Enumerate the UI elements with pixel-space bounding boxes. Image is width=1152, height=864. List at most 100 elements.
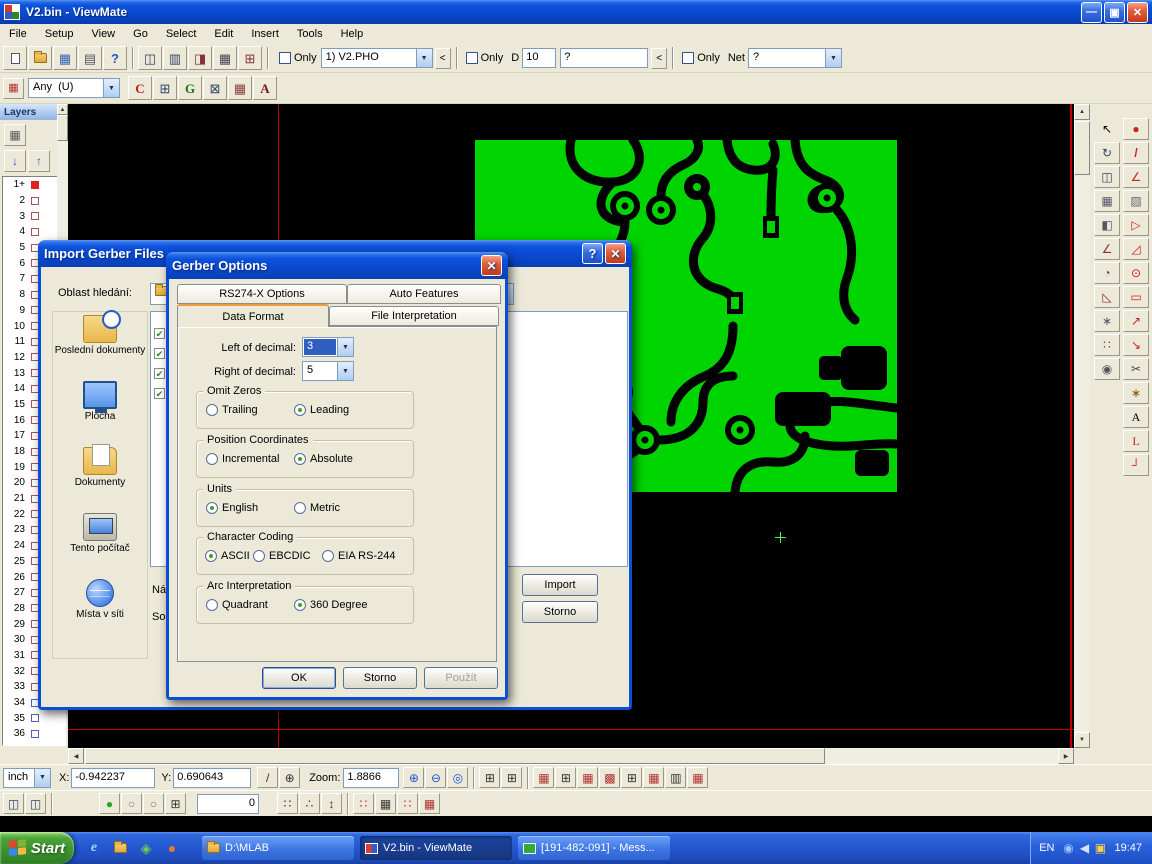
- dialog-close-button[interactable]: ✕: [481, 255, 502, 276]
- dcode-table-button[interactable]: ⊞: [479, 767, 500, 788]
- obround-draw-button[interactable]: ▭: [1123, 286, 1149, 308]
- angle-draw-button[interactable]: ∠: [1123, 166, 1149, 188]
- start-button[interactable]: Start: [0, 832, 74, 864]
- polygon-draw-button[interactable]: ▷: [1123, 214, 1149, 236]
- task-button-2[interactable]: [191-482-091] - Mess...: [518, 836, 670, 860]
- dot-grid-button[interactable]: ∷: [277, 793, 298, 814]
- snap-button[interactable]: ∗: [1094, 310, 1120, 332]
- char-a-button[interactable]: A: [253, 76, 277, 100]
- scroll-up-icon[interactable]: ▲: [57, 104, 68, 115]
- volume-tray-button[interactable]: ◀: [1076, 840, 1092, 856]
- star-button[interactable]: ∗: [1123, 382, 1149, 404]
- radio-leading[interactable]: Leading: [294, 404, 349, 416]
- new-file-button[interactable]: [3, 46, 27, 70]
- any-combo[interactable]: Any (U) ▼: [28, 78, 120, 98]
- cancel-button[interactable]: Storno: [343, 667, 417, 689]
- layer-color-swatch[interactable]: [31, 212, 39, 220]
- file-checkbox[interactable]: ✔: [154, 348, 165, 359]
- snap-arrows-button[interactable]: ↕: [321, 793, 342, 814]
- layer-color-swatch[interactable]: [31, 714, 39, 722]
- triangle-button[interactable]: ◺: [1094, 286, 1120, 308]
- save-button[interactable]: ▦: [53, 46, 77, 70]
- pad-style-5-button[interactable]: ⊞: [621, 767, 642, 788]
- radio-360-degree[interactable]: 360 Degree: [294, 599, 368, 611]
- red-grid-2-button[interactable]: ▦: [375, 793, 396, 814]
- import-cancel-button[interactable]: Storno: [522, 601, 598, 623]
- green-app-button[interactable]: ◈: [136, 838, 156, 858]
- rotate-button[interactable]: ∠: [1094, 238, 1120, 260]
- dialog-close-button[interactable]: ✕: [605, 243, 626, 264]
- restore-button[interactable]: ▣: [1104, 2, 1125, 23]
- tab-file-interpretation[interactable]: File Interpretation: [329, 306, 499, 326]
- layer-row-2[interactable]: 2: [3, 193, 65, 209]
- layer-down-button[interactable]: ↓: [4, 150, 26, 172]
- move-button[interactable]: ↗: [1123, 310, 1149, 332]
- net-combo[interactable]: ? ▼: [748, 48, 842, 68]
- text-tool-button[interactable]: A: [1123, 406, 1149, 428]
- dropdown-arrow-icon[interactable]: ▼: [416, 49, 432, 67]
- layer-row-36[interactable]: 36: [3, 726, 65, 742]
- wheel-button[interactable]: ◉: [1094, 358, 1120, 380]
- grid-pattern-button[interactable]: ⊞: [238, 46, 262, 70]
- scroll-up-icon[interactable]: ▲: [1074, 104, 1090, 120]
- dropdown-arrow-icon[interactable]: ▼: [825, 49, 841, 67]
- dropdown-arrow-icon[interactable]: ▼: [103, 79, 119, 97]
- layer-color-swatch[interactable]: [31, 197, 39, 205]
- place-posledn-dokumenty[interactable]: Poslední dokumenty: [53, 312, 147, 378]
- scroll-left-icon[interactable]: ◀: [68, 748, 84, 764]
- tab-auto-features[interactable]: Auto Features: [347, 284, 501, 304]
- dcode-filter-input[interactable]: ?: [560, 48, 648, 68]
- folder-quick-button[interactable]: [110, 838, 130, 858]
- stretch-button[interactable]: ↘: [1123, 334, 1149, 356]
- pad-style-7-button[interactable]: ▥: [665, 767, 686, 788]
- place-tento-po-ta[interactable]: Tento počítač: [53, 510, 147, 576]
- scroll-down-icon[interactable]: ▼: [1074, 732, 1090, 748]
- cut-button[interactable]: ✂: [1123, 358, 1149, 380]
- pattern-h-button[interactable]: ▦: [228, 76, 252, 100]
- close-button[interactable]: ✕: [1127, 2, 1148, 23]
- open-folder-button[interactable]: [28, 46, 52, 70]
- menu-select[interactable]: Select: [157, 24, 206, 44]
- origin-button[interactable]: ⊕: [279, 767, 300, 788]
- layer-row-35[interactable]: 35: [3, 710, 65, 726]
- dot-grid-2-button[interactable]: ∴: [299, 793, 320, 814]
- zoom-out-button[interactable]: ⊖: [425, 767, 446, 788]
- trace-pattern-button[interactable]: ◨: [188, 46, 212, 70]
- line-draw-button[interactable]: /: [1123, 142, 1149, 164]
- dcode-prev-button[interactable]: <: [651, 48, 667, 69]
- menu-go[interactable]: Go: [124, 24, 157, 44]
- char-c-button[interactable]: C: [128, 76, 152, 100]
- grid-toggle-button[interactable]: ⊞: [165, 793, 186, 814]
- points-button[interactable]: ∷: [1094, 334, 1120, 356]
- ok-button[interactable]: OK: [262, 667, 336, 689]
- dcode-visibility-button[interactable]: ◫: [138, 46, 162, 70]
- menu-edit[interactable]: Edit: [205, 24, 242, 44]
- horizontal-scrollbar[interactable]: ◀ ▶: [68, 748, 1074, 764]
- clock[interactable]: 19:47: [1114, 842, 1142, 854]
- dcode-input[interactable]: 10: [522, 48, 556, 68]
- layer-up-button[interactable]: ↑: [28, 150, 50, 172]
- zoom-in-button[interactable]: ⊕: [403, 767, 424, 788]
- diagonal-measure-button[interactable]: /: [257, 767, 278, 788]
- radio-incremental[interactable]: Incremental: [206, 453, 279, 465]
- zoom-window-button[interactable]: ◎: [447, 767, 468, 788]
- print-button[interactable]: ▤: [78, 46, 102, 70]
- l-tool-button[interactable]: L: [1123, 430, 1149, 452]
- tab-data-format[interactable]: Data Format: [177, 304, 329, 327]
- lamp-off-button[interactable]: ○: [121, 793, 142, 814]
- ie-button[interactable]: e: [84, 838, 104, 858]
- file-checkbox[interactable]: ✔: [154, 368, 165, 379]
- only-net-checkbox[interactable]: [682, 52, 694, 64]
- tab-rs274-x-options[interactable]: RS274-X Options: [177, 284, 347, 304]
- layer-table-button[interactable]: ▦: [4, 124, 26, 146]
- scroll-thumb[interactable]: [57, 115, 68, 141]
- scroll-right-icon[interactable]: ▶: [1058, 748, 1074, 764]
- place-m-sta-v-s-ti[interactable]: Místa v síti: [53, 576, 147, 642]
- grid-size-input[interactable]: 0: [197, 794, 259, 814]
- pad-style-4-button[interactable]: ▩: [599, 767, 620, 788]
- messenger-tray-button[interactable]: ◉: [1060, 840, 1076, 856]
- import-button[interactable]: Import: [522, 574, 598, 596]
- file-checkbox[interactable]: ✔: [154, 328, 165, 339]
- cursor-button[interactable]: ↖: [1094, 118, 1120, 140]
- target-2-button[interactable]: ⊠: [203, 76, 227, 100]
